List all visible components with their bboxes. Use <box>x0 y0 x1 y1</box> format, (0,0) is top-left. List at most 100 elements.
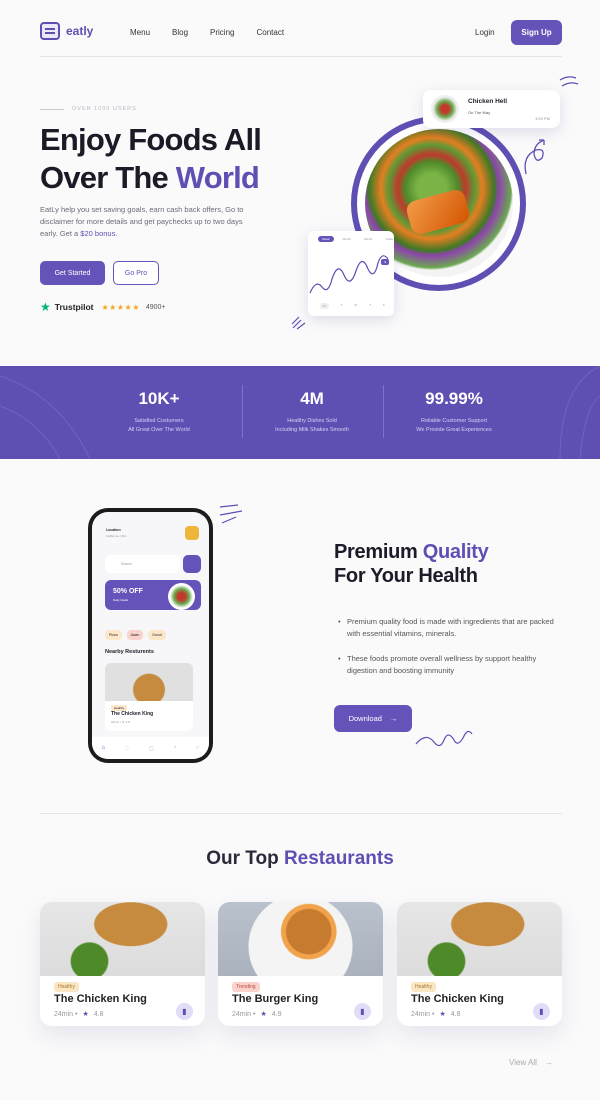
order-title: Chicken Hell <box>468 98 508 105</box>
bookmark-icon[interactable]: ▮ <box>176 1003 193 1020</box>
hero-description-end: . <box>115 229 118 238</box>
user-icon[interactable]: ○ <box>196 745 200 751</box>
restaurant-time: 24min • <box>232 1010 256 1018</box>
premium-title-b: For Your Health <box>334 565 478 587</box>
star-icon: ★ <box>82 1011 89 1018</box>
phone-category-chips: Pizza Asian Donut <box>105 630 166 640</box>
login-link[interactable]: Login <box>475 28 495 37</box>
rating-count: 4900+ <box>145 303 166 311</box>
restaurant-card[interactable]: Healthy The Chicken King 24min • ★ 4.8 ▮ <box>397 902 562 1026</box>
chip-pizza[interactable]: Pizza <box>105 630 122 640</box>
bell-icon[interactable]: ◔ <box>173 745 177 751</box>
spending-graph-card: Week Month Month Yearly $ M T W T F <box>308 231 394 316</box>
phone-tab-bar: ⌂ ♡ ◻ ◔ ○ <box>92 737 209 759</box>
restaurant-card[interactable]: Healthy The Chicken King 24min • ★ 4.8 ▮ <box>40 902 205 1026</box>
hero-description-text: EatLy help you set saving goals, earn ca… <box>40 205 244 238</box>
section-divider <box>40 813 562 814</box>
stat-label-line1: Reliable Customer Support <box>420 418 488 424</box>
nav-item-menu[interactable]: Menu <box>130 28 150 37</box>
stat-label-line2: All Great Over The World <box>128 427 190 433</box>
restaurant-meta: 24min • ★ 4.9 <box>232 1010 281 1019</box>
stat-label-line1: Healthy Dishes Sold <box>287 418 337 424</box>
order-time: 3:09 PM <box>535 116 550 121</box>
promo-dish-image <box>168 583 195 610</box>
order-status-card[interactable]: Chicken Hell On The Way 3:09 PM <box>423 90 560 128</box>
stat-label: Satisfied Costumers All Great Over The Wo… <box>89 417 229 435</box>
graph-tab-month[interactable]: Month <box>339 236 355 242</box>
phone-screen: Location California, USA Search 50% OFF … <box>92 512 209 759</box>
heart-icon[interactable]: ♡ <box>124 745 129 752</box>
graph-tab-yearly[interactable]: Yearly <box>381 236 397 242</box>
bullet-text: These foods promote overall wellness by … <box>347 654 537 675</box>
hero-title-line2: Over The <box>40 160 176 195</box>
phone-nearby-heading: Nearby Resturents <box>105 649 154 655</box>
phone-avatar[interactable] <box>185 526 199 540</box>
go-pro-button[interactable]: Go Pro <box>113 261 159 285</box>
stat-value: 4M <box>300 389 324 408</box>
logo-text: eatly <box>66 24 94 38</box>
phone-mockup: Location California, USA Search 50% OFF … <box>88 508 213 763</box>
view-all-link[interactable]: View All → <box>509 1058 553 1067</box>
bullet-text: Premium quality food is made with ingred… <box>347 617 554 638</box>
restaurants-title-accent: Restaurants <box>283 848 394 869</box>
logo[interactable]: eatly <box>40 22 93 40</box>
nav-item-blog[interactable]: Blog <box>172 28 188 37</box>
restaurant-meta: 24min • ★ 4.8 <box>54 1010 104 1019</box>
nav-item-contact[interactable]: Contact <box>256 28 284 37</box>
download-button[interactable]: Download → <box>334 705 412 732</box>
rating-stars: ★★★★★ <box>101 302 140 312</box>
chip-donut[interactable]: Donut <box>148 630 166 640</box>
arrow-right-icon: → <box>544 1058 553 1067</box>
curl-arrow-icon <box>524 139 545 175</box>
loop-squiggle-icon <box>415 730 473 747</box>
stat-label: Healthy Dishes Sold Including Milk Shakes… <box>242 417 382 435</box>
graph-tab-week[interactable]: Week <box>318 236 334 242</box>
graph-tab-month-2[interactable]: Month <box>360 236 376 242</box>
trustpilot-rating: ★ Trustpilot ★★★★★ 4900+ <box>40 300 166 314</box>
stat-label-line1: Satisfied Costumers <box>134 418 184 424</box>
signup-button[interactable]: Sign Up <box>511 20 562 45</box>
graph-day: T <box>340 303 343 307</box>
star-icon: ★ <box>260 1011 267 1018</box>
eyebrow-line <box>40 108 64 110</box>
restaurants-title-a: Our Top <box>206 848 284 869</box>
restaurant-image <box>40 902 205 976</box>
graph-line <box>309 255 389 294</box>
home-icon[interactable]: ⌂ <box>102 745 106 751</box>
order-status: On The Way <box>468 110 491 115</box>
download-label: Download <box>348 714 382 723</box>
restaurant-image <box>218 902 383 976</box>
eyebrow-text: OVER 1000 USERS <box>72 106 137 112</box>
restaurant-rating: 4.8 <box>93 1010 104 1018</box>
trustpilot-star-icon: ★ <box>40 300 51 314</box>
restaurants-title: Our Top Restaurants <box>0 848 600 870</box>
bag-icon[interactable]: ◻ <box>149 745 154 752</box>
phone-promo-banner[interactable]: 50% OFF Daily Deals <box>105 580 201 610</box>
star-icon: ★ <box>439 1011 446 1018</box>
premium-title-a: Premium <box>334 541 423 563</box>
premium-title: Premium Quality For Your Health <box>334 540 489 588</box>
restaurant-card[interactable]: Trending The Burger King 24min • ★ 4.9 ▮ <box>218 902 383 1026</box>
get-started-button[interactable]: Get Started <box>40 261 105 285</box>
spark-lines-icon <box>291 316 306 330</box>
chip-asian[interactable]: Asian <box>126 630 144 640</box>
squiggle-icon <box>559 76 579 87</box>
nav-item-pricing[interactable]: Pricing <box>210 28 234 37</box>
phone-filter-icon[interactable] <box>183 555 201 573</box>
premium-bullet-1: Premium quality food is made with ingred… <box>338 616 558 640</box>
stat-dishes: 4M Healthy Dishes Sold Including Milk Sha… <box>242 389 382 435</box>
bookmark-icon[interactable]: ▮ <box>354 1003 371 1020</box>
phone-restaurant-card[interactable]: Healthy The Chicken King 24min • ★ 4.8 <box>105 663 193 731</box>
bookmark-icon[interactable]: ▮ <box>533 1003 550 1020</box>
view-all-label: View All <box>509 1058 537 1067</box>
phone-card-title: The Chicken King <box>111 711 154 717</box>
graph-chip: $ <box>381 259 389 265</box>
stat-label-line2: Including Milk Shakes Smooth <box>275 427 349 433</box>
phone-card-meta: 24min • ★ 4.8 <box>111 720 130 724</box>
order-dish-avatar <box>431 95 459 123</box>
restaurant-meta: 24min • ★ 4.8 <box>411 1010 460 1019</box>
main-nav: Menu Blog Pricing Contact <box>130 28 284 37</box>
graph-day: F <box>383 303 385 307</box>
stat-customers: 10K+ Satisfied Costumers All Great Over T… <box>89 389 229 435</box>
phone-search-input[interactable]: Search <box>105 555 180 573</box>
